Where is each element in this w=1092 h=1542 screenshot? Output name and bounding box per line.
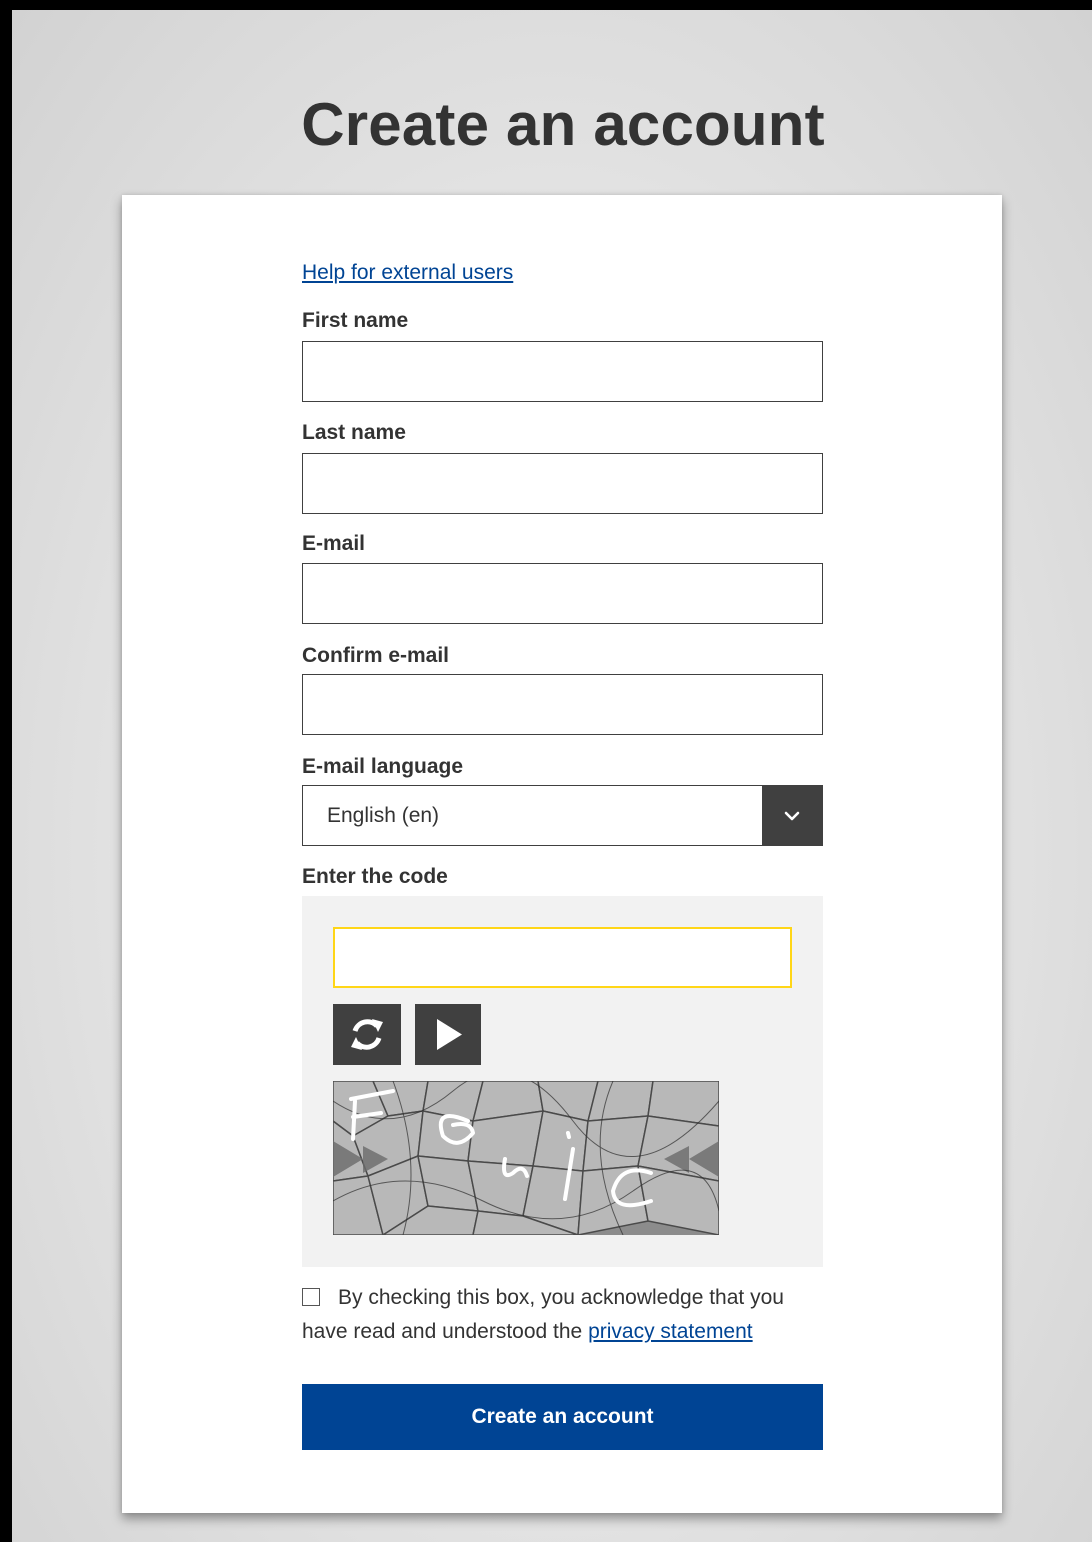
captcha-image xyxy=(333,1081,719,1235)
email-language-label: E-mail language xyxy=(302,755,464,778)
captcha-audio-button[interactable] xyxy=(415,1004,481,1065)
page-title: Create an account xyxy=(301,91,825,158)
confirm-email-input[interactable] xyxy=(302,674,823,735)
first-name-label: First name xyxy=(302,309,409,332)
email-language-value: English (en) xyxy=(327,804,440,827)
consent-text: By checking this box, you acknowledge th… xyxy=(302,1281,823,1349)
help-link[interactable]: Help for external users xyxy=(302,261,513,285)
captcha-label: Enter the code xyxy=(302,865,448,888)
chevron-down-icon xyxy=(784,811,800,821)
consent-checkbox[interactable] xyxy=(302,1288,320,1306)
email-input[interactable] xyxy=(302,563,823,624)
signup-card: Help for external users First name Last … xyxy=(122,195,1002,1513)
captcha-input[interactable] xyxy=(333,927,792,988)
last-name-label: Last name xyxy=(302,421,406,444)
refresh-icon xyxy=(351,1019,383,1050)
select-arrow-button[interactable] xyxy=(762,786,822,845)
last-name-input[interactable] xyxy=(302,453,823,514)
first-name-input[interactable] xyxy=(302,341,823,402)
email-language-select[interactable]: English (en) xyxy=(302,785,823,846)
captcha-panel xyxy=(302,896,823,1267)
email-label: E-mail xyxy=(302,532,366,555)
captcha-refresh-button[interactable] xyxy=(333,1004,401,1065)
privacy-statement-link[interactable]: privacy statement xyxy=(588,1320,753,1343)
confirm-email-label: Confirm e-mail xyxy=(302,644,450,667)
play-icon xyxy=(437,1019,462,1050)
create-account-button[interactable]: Create an account xyxy=(302,1384,823,1450)
